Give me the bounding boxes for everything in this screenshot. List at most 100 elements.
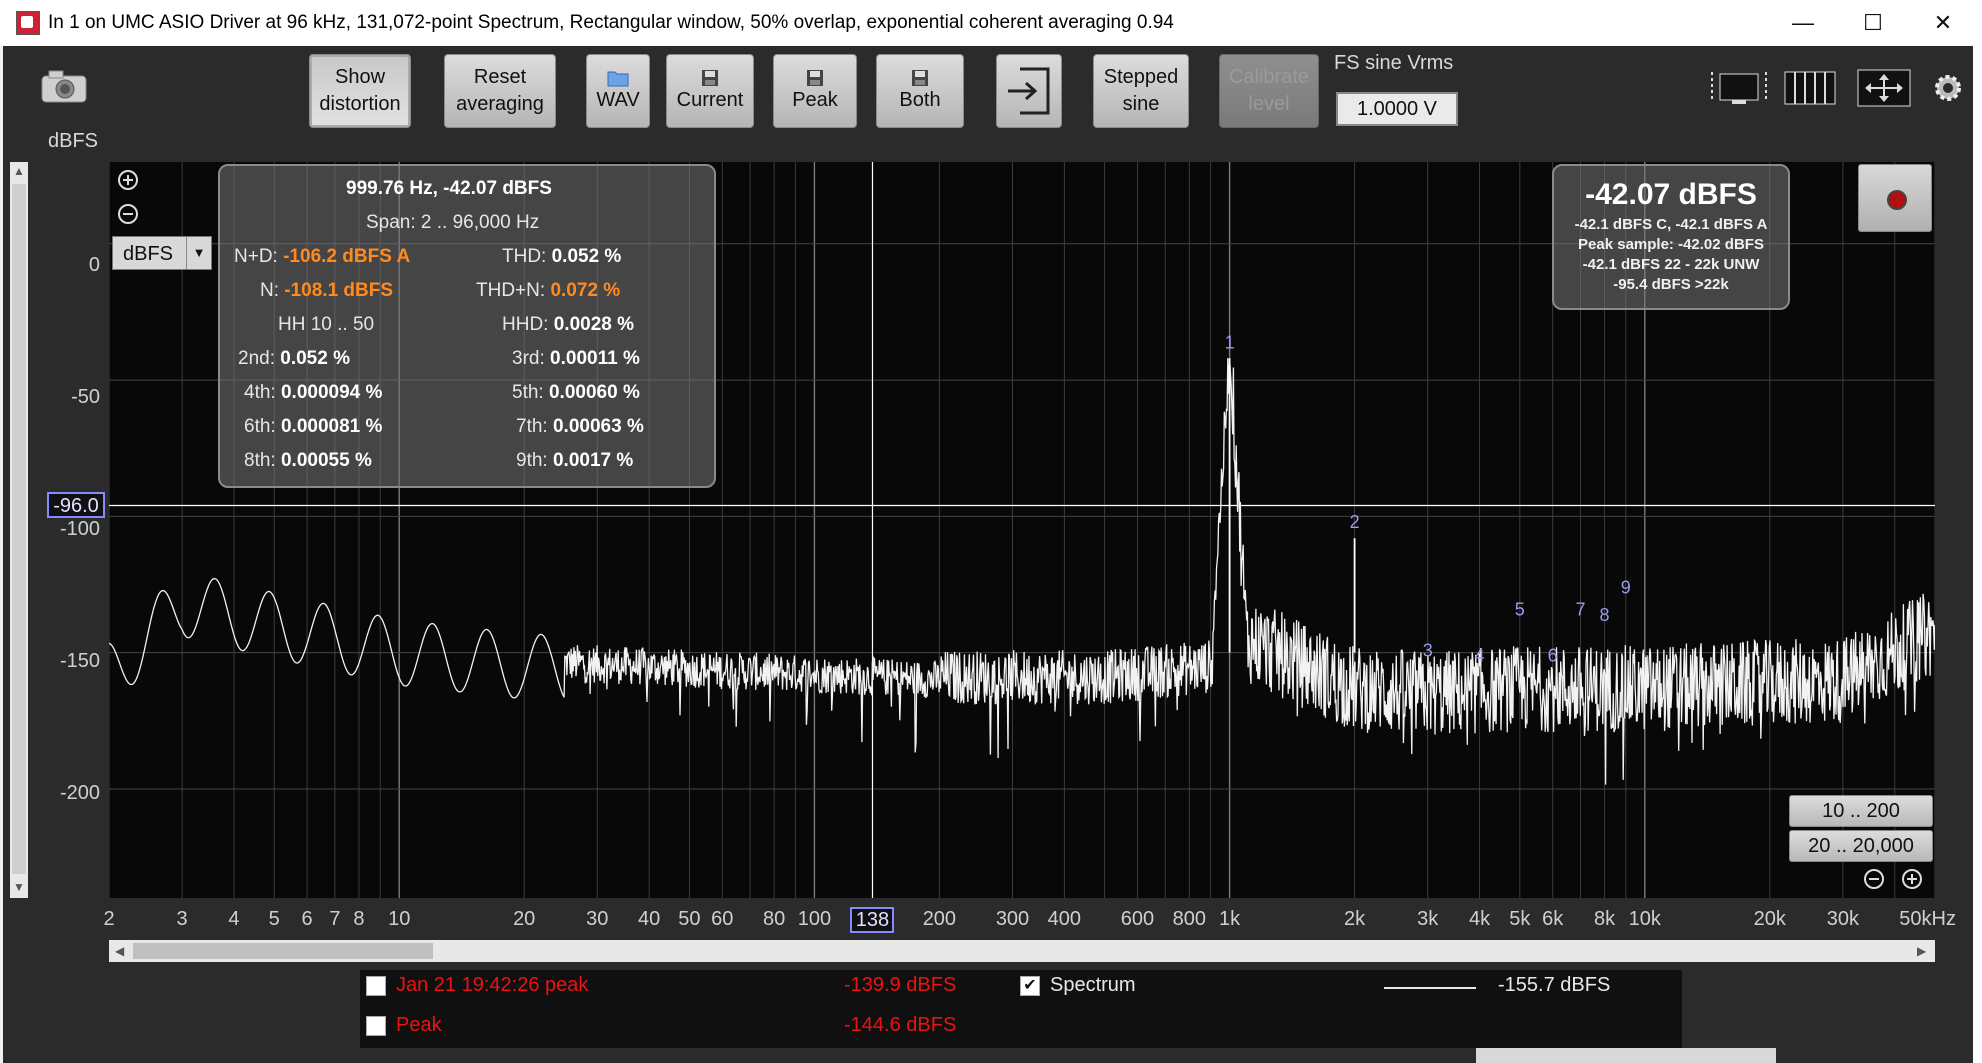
scroll-up-icon[interactable]: ▲ [13, 164, 25, 178]
x-tick: 60 [711, 908, 734, 930]
harmonic-marker-label: 9 [1621, 578, 1631, 598]
wav-button[interactable]: WAV [586, 54, 650, 128]
show-distortion-button[interactable]: Show distortion [309, 54, 411, 128]
window-title: In 1 on UMC ASIO Driver at 96 kHz, 131,0… [48, 12, 1174, 33]
horizontal-scrollbar[interactable]: ◀ ▶ [109, 940, 1935, 962]
scroll-left-icon[interactable]: ◀ [115, 944, 124, 958]
x-tick: 50 [678, 908, 701, 930]
x-cursor-readout[interactable]: 138 [850, 907, 895, 933]
folder-icon [607, 71, 629, 86]
chevron-down-icon[interactable]: ▼ [186, 237, 211, 269]
x-tick: 8k [1593, 908, 1616, 930]
x-tick: 2 [103, 908, 115, 930]
harmonic-marker-label: 6 [1548, 646, 1558, 666]
maximize-button[interactable]: ☐ [1838, 0, 1908, 46]
span-readout: Span: 2 .. 96,000 Hz [366, 212, 540, 233]
scroll-right-icon[interactable]: ▶ [1917, 944, 1926, 958]
reset-averaging-button[interactable]: Reset averaging [444, 54, 556, 128]
x-tick: 5k [1509, 908, 1531, 930]
x-tick: 40 [638, 908, 661, 930]
unit-selector[interactable]: dBFS ▼ [112, 236, 212, 270]
h2-label: 2nd: [238, 348, 275, 369]
spectrum-line-swatch [1384, 987, 1476, 989]
range-10-200-button[interactable]: 10 .. 200 [1789, 795, 1933, 827]
h9-label: 9th: [516, 450, 548, 471]
x-tick: 30 [586, 908, 609, 930]
save-icon [807, 69, 823, 86]
columns-icon[interactable] [1782, 68, 1838, 108]
h5-value: 0.00060 % [548, 382, 640, 403]
spectrum-checkbox[interactable]: ✔ [1020, 976, 1040, 996]
level-main: -42.07 dBFS [1585, 178, 1757, 211]
hh-range-label: HH 10 .. 50 [278, 314, 375, 335]
horizontal-scroll-thumb[interactable] [133, 943, 433, 959]
y-cursor-readout[interactable]: -96.0 [47, 492, 105, 519]
x-tick: 800 [1172, 908, 1207, 930]
export-button[interactable] [996, 54, 1062, 128]
minimize-button[interactable]: — [1768, 0, 1838, 46]
x-tick: 20k [1753, 908, 1786, 930]
save-current-button[interactable]: Current [666, 54, 754, 128]
zoom-out-icon[interactable] [1862, 867, 1886, 891]
scroll-down-icon[interactable]: ▼ [13, 880, 25, 894]
legend-item1-value: -139.9 dBFS [844, 974, 957, 996]
y-tick: -100 [59, 518, 100, 540]
harmonic-marker-label: 7 [1575, 599, 1585, 619]
harmonic-marker-label: 8 [1600, 605, 1610, 625]
display-mode-icon[interactable] [1710, 68, 1768, 108]
x-tick: 100 [797, 908, 832, 930]
h8-label: 8th: [244, 450, 276, 471]
x-tick: 200 [922, 908, 957, 930]
range-20-20000-button[interactable]: 20 .. 20,000 [1789, 830, 1933, 862]
zoom-in-icon[interactable] [1900, 867, 1924, 891]
close-button[interactable]: ✕ [1908, 0, 1978, 46]
n-label: N: [260, 280, 279, 301]
y-axis-unit: dBFS [48, 130, 99, 152]
gear-icon[interactable] [1930, 70, 1966, 106]
legend-item2-label: Peak [396, 1014, 442, 1036]
x-tick: 10 [388, 908, 411, 930]
h8-value: 0.00055 % [280, 450, 372, 471]
x-tick: 3k [1417, 908, 1439, 930]
camera-icon[interactable] [39, 66, 89, 106]
save-both-button[interactable]: Both [876, 54, 964, 128]
x-tick: 50kHz [1899, 908, 1956, 930]
import-icon [1008, 67, 1050, 115]
fit-view-icon[interactable] [1856, 68, 1912, 108]
y-tick: -200 [59, 782, 100, 804]
nd-value: -106.2 dBFS A [283, 246, 411, 267]
x-tick: 3 [176, 908, 188, 930]
h6-label: 6th: [244, 416, 276, 437]
nd-label: N+D: [234, 246, 278, 267]
h7-label: 7th: [516, 416, 548, 437]
vertical-scrollbar[interactable]: ▲ ▼ [10, 162, 28, 898]
harmonic-marker-label: 1 [1225, 332, 1235, 352]
x-tick: 6k [1542, 908, 1564, 930]
thd-label: THD: [502, 246, 547, 267]
x-tick: 300 [995, 908, 1030, 930]
zoom-out-icon[interactable] [116, 202, 140, 226]
legend-item2-checkbox[interactable] [366, 1016, 386, 1036]
x-tick: 600 [1120, 908, 1155, 930]
harmonic-marker-label: 2 [1350, 512, 1360, 532]
record-button[interactable] [1858, 164, 1932, 232]
h9-value: 0.0017 % [552, 450, 634, 471]
legend-item2-value: -144.6 dBFS [844, 1014, 957, 1036]
app-icon [16, 11, 40, 35]
fs-sine-label: FS sine Vrms [1334, 52, 1454, 74]
hhd-value: 0.0028 % [553, 314, 635, 335]
fs-sine-input[interactable]: 1.0000 V [1336, 92, 1458, 126]
x-tick: 7 [329, 908, 341, 930]
stepped-sine-button[interactable]: Stepped sine [1093, 54, 1189, 128]
y-tick: -150 [59, 650, 100, 672]
legend-item1-checkbox[interactable] [366, 976, 386, 996]
record-icon [1887, 190, 1907, 210]
calibrate-level-button[interactable]: Calibrate level [1219, 54, 1319, 128]
y-tick: -50 [71, 386, 100, 408]
save-icon [912, 69, 928, 86]
vertical-scroll-thumb[interactable] [12, 184, 26, 874]
x-tick: 20 [513, 908, 536, 930]
thd-value: 0.052 % [551, 246, 622, 267]
zoom-in-icon[interactable] [116, 168, 140, 192]
save-peak-button[interactable]: Peak [773, 54, 857, 128]
